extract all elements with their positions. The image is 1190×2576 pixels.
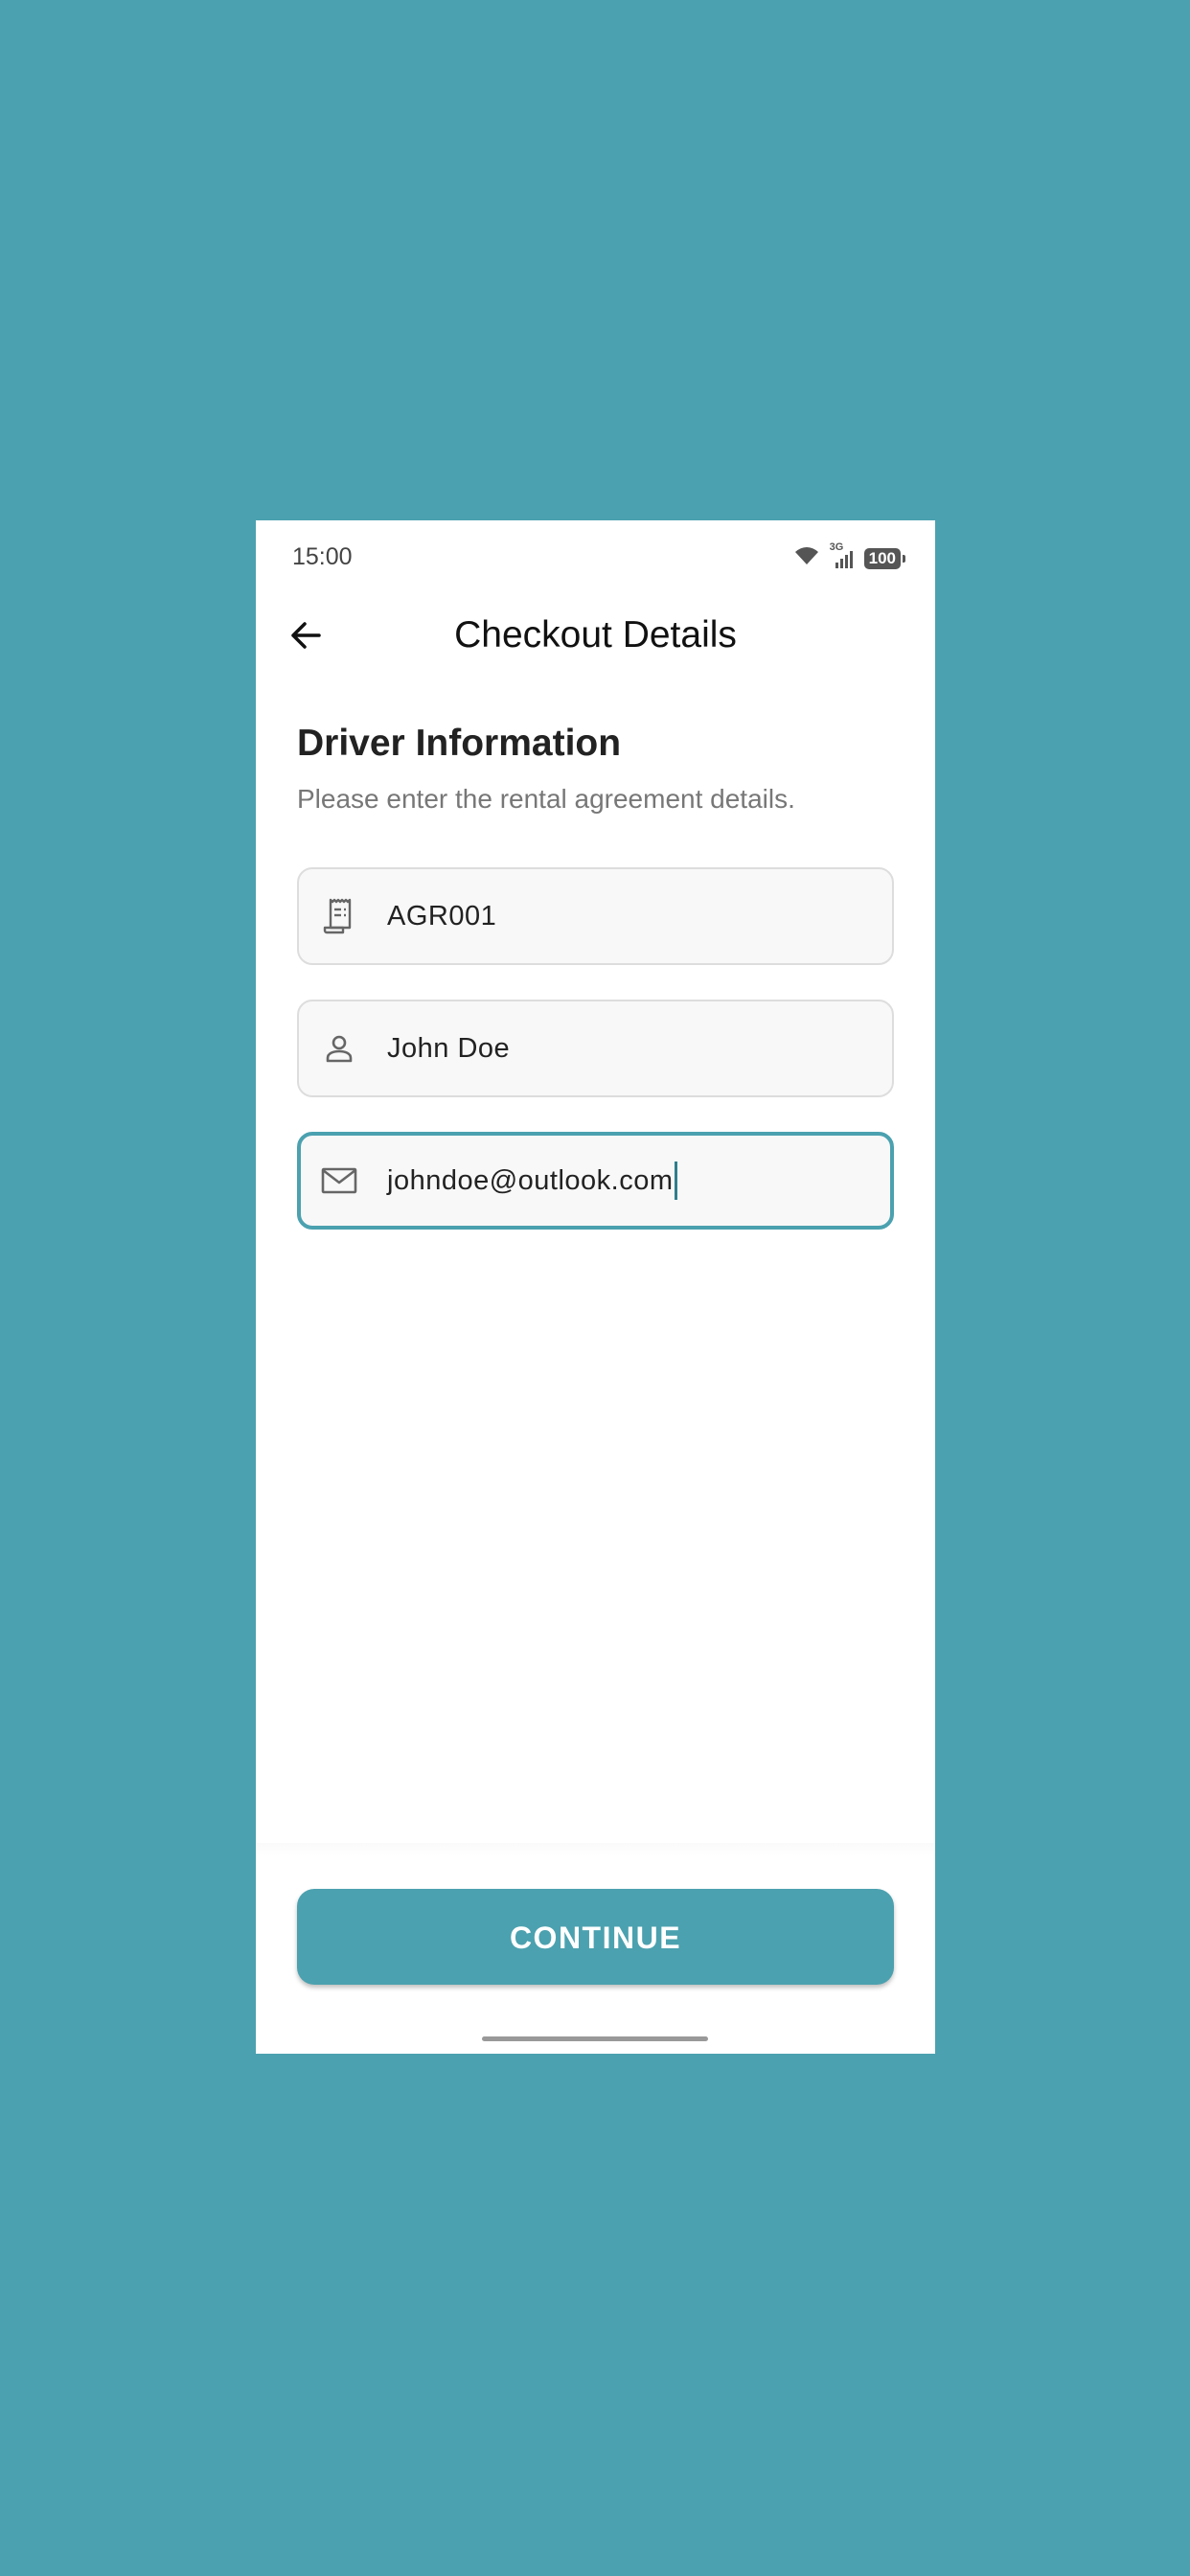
form-content: Driver Information Please enter the rent… bbox=[297, 722, 894, 1230]
page-title: Checkout Details bbox=[454, 614, 737, 656]
driver-name-input[interactable]: John Doe bbox=[387, 1033, 510, 1065]
phone-screen: 15:00 3G 100 Checkout Details Driver Inf… bbox=[256, 520, 935, 2054]
receipt-icon bbox=[320, 897, 358, 935]
continue-button[interactable]: CONTINUE bbox=[297, 1889, 894, 1985]
email-input-value: johndoe@outlook.com bbox=[387, 1164, 674, 1196]
text-caret bbox=[674, 1162, 677, 1200]
status-bar: 15:00 3G 100 bbox=[256, 520, 935, 593]
status-time: 15:00 bbox=[292, 543, 353, 570]
home-indicator[interactable] bbox=[482, 2036, 708, 2041]
person-icon bbox=[320, 1029, 358, 1068]
section-subtitle: Please enter the rental agreement detail… bbox=[297, 784, 795, 814]
agreement-input[interactable]: AGR001 bbox=[387, 901, 496, 932]
agreement-field[interactable]: AGR001 bbox=[297, 867, 894, 965]
driver-name-field[interactable]: John Doe bbox=[297, 1000, 894, 1097]
status-icons: 3G 100 bbox=[793, 541, 906, 571]
section-title: Driver Information bbox=[297, 723, 622, 764]
wifi-icon bbox=[793, 545, 820, 571]
app-bar: Checkout Details bbox=[256, 597, 935, 674]
battery-indicator: 100 bbox=[863, 547, 906, 569]
email-field[interactable]: johndoe@outlook.com bbox=[297, 1132, 894, 1230]
signal-icon: 3G bbox=[828, 541, 857, 570]
mail-icon bbox=[320, 1162, 358, 1200]
email-input[interactable]: johndoe@outlook.com bbox=[387, 1162, 677, 1200]
